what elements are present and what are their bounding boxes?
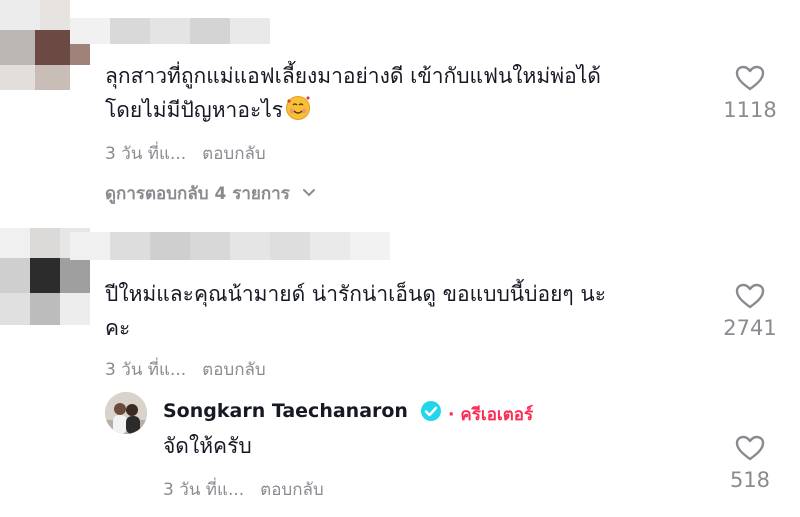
like-button[interactable]: 1118 [720,64,780,122]
like-count: 2741 [723,316,777,340]
reply-button[interactable]: ตอบกลับ [260,480,324,500]
reply-text-content: จัดให้ครับ [163,434,252,458]
like-count: 1118 [723,98,777,122]
chevron-down-icon [302,189,315,197]
reply-username[interactable]: Songkarn Taechanaron [163,400,408,422]
heart-outline-icon [735,283,765,309]
heart-outline-icon [735,435,765,461]
comment-text-2: คะ [105,310,130,346]
comment-text-line-1: ลุกสาวที่ถูกแม่แอฟเลี้ยงมาอย่างดี เข้ากั… [105,64,601,88]
avatar[interactable] [105,392,147,434]
comment-timestamp: 3 วัน ที่แ... [105,144,187,164]
verified-badge-icon [421,401,441,421]
comment-text: ลุกสาวที่ถูกแม่แอฟเลี้ยงมาอย่างดี เข้ากั… [105,58,601,94]
view-replies-button[interactable]: ดูการตอบกลับ 4 รายการ [105,180,316,207]
separator-dot: · [448,405,461,425]
like-button[interactable]: 2741 [720,282,780,340]
reply-text: จัดให้ครับ [163,428,252,464]
comment-text-line-2: คะ [105,316,131,340]
creator-label-text: ครีเอเตอร์ [460,405,534,425]
comment-timestamp: 3 วัน ที่แ... [105,360,187,380]
reply-timestamp: 3 วัน ที่แ... [163,480,245,500]
comment-text-line-1: ปีใหม่และคุณน้ามายด์ น่ารักน่าเอ็นดู ขอแ… [105,282,606,306]
heart-outline-icon [735,65,765,91]
like-button[interactable]: 518 [720,434,780,492]
like-count: 518 [729,468,771,492]
reply-meta: 3 วัน ที่แ... ตอบกลับ [163,476,324,503]
avatar-photo [105,392,147,434]
comment-text-2: โดยไม่มีปัญหาอะไร [105,92,311,128]
comment-meta: 3 วัน ที่แ... ตอบกลับ [105,140,266,167]
comment-text-line-2: โดยไม่มีปัญหาอะไร [105,98,284,122]
comment-text: ปีใหม่และคุณน้ามายด์ น่ารักน่าเอ็นดู ขอแ… [105,276,606,312]
comment-meta: 3 วัน ที่แ... ตอบกลับ [105,356,266,383]
reply-button[interactable]: ตอบกลับ [202,360,266,380]
smiling-face-with-hearts-icon [286,96,311,120]
creator-label: · ครีเอเตอร์ [448,401,533,428]
reply-button[interactable]: ตอบกลับ [202,144,266,164]
view-replies-label: ดูการตอบกลับ 4 รายการ [105,184,290,204]
